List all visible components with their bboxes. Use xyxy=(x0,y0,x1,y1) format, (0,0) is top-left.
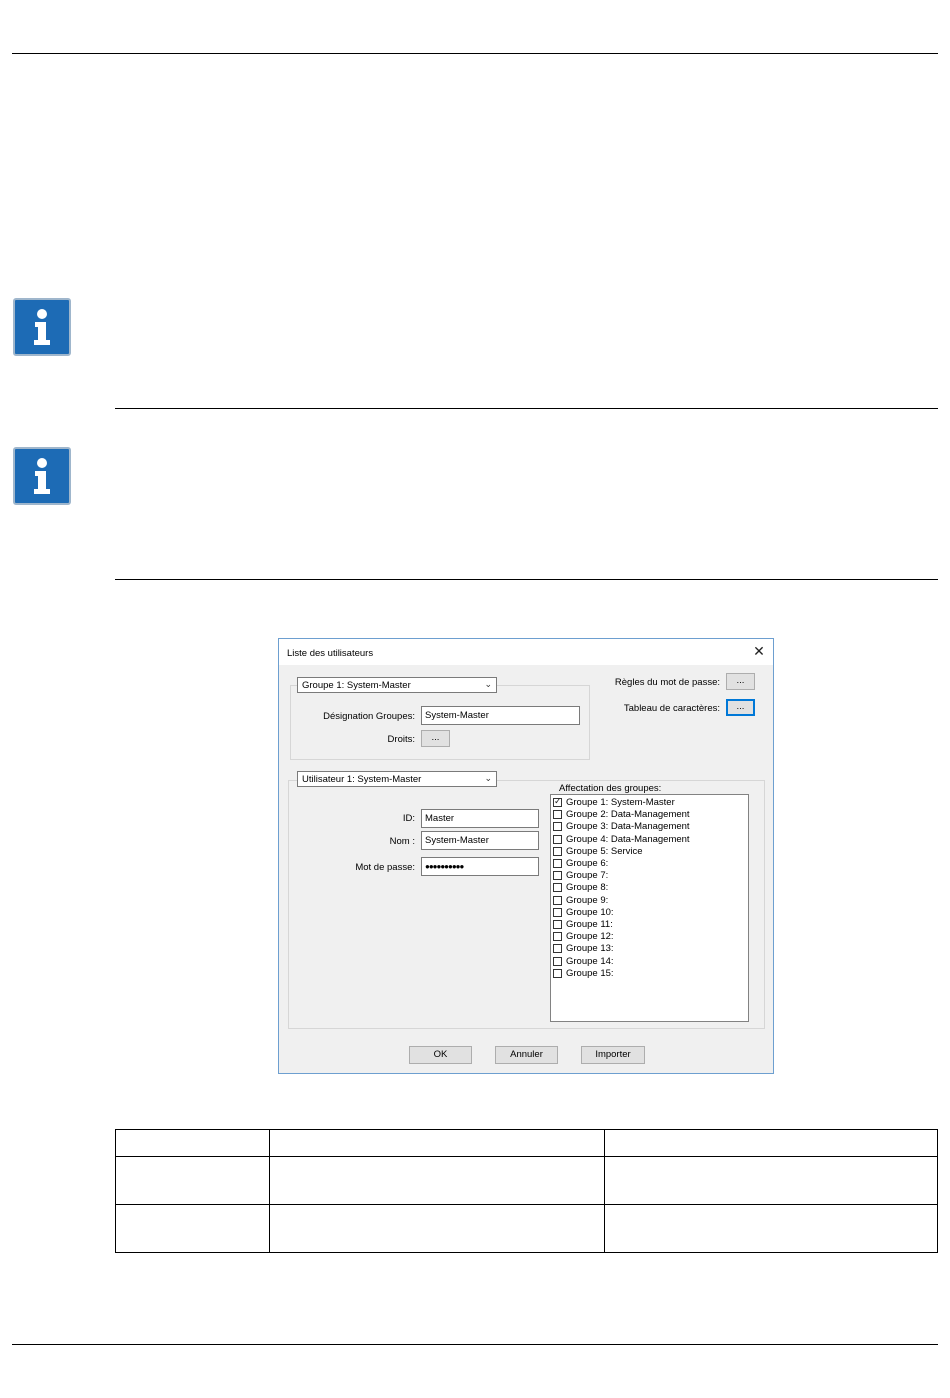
group-checkbox[interactable] xyxy=(553,834,562,844)
group-checkbox[interactable] xyxy=(553,822,562,832)
info-icon xyxy=(13,447,71,505)
table-cell xyxy=(269,1129,605,1157)
cancel-button[interactable]: Annuler xyxy=(495,1046,558,1064)
group-label: Groupe 3: Data-Management xyxy=(566,821,690,833)
group-checkbox[interactable] xyxy=(553,846,562,856)
user-list-dialog: Liste des utilisateurs ✕ Groupe 1: Syste… xyxy=(278,638,774,1074)
char-table-button[interactable]: ... xyxy=(726,699,755,716)
table-cell xyxy=(115,1156,270,1205)
group-checkbox[interactable] xyxy=(553,895,562,905)
rights-label: Droits: xyxy=(387,734,415,745)
password-value: ●●●●●●●●●● xyxy=(425,862,464,871)
table-row xyxy=(115,1156,938,1205)
group-label: Groupe 7: xyxy=(566,870,609,882)
group-label: Groupe 6: xyxy=(566,858,609,869)
group-checkbox[interactable] xyxy=(553,810,562,820)
group-label: Groupe 12: xyxy=(566,931,614,943)
group-label: Groupe 2: Data-Management xyxy=(566,809,690,821)
table-cell xyxy=(115,1129,270,1157)
group-select[interactable]: Groupe 1: System-Master ⌄ xyxy=(297,677,497,693)
group-label: Groupe 13: xyxy=(566,943,614,955)
table-row xyxy=(115,1129,938,1157)
group-label: Groupe 9: xyxy=(566,894,609,906)
footer-rule xyxy=(12,1344,938,1345)
groups-listbox[interactable]: Groupe 1: System-MasterGroupe 2: Data-Ma… xyxy=(550,794,749,1022)
password-rules-button[interactable]: ... xyxy=(726,673,755,690)
designation-field[interactable]: System-Master xyxy=(421,706,580,725)
name-label: Nom : xyxy=(389,836,415,847)
group-label: Groupe 5: Service xyxy=(566,845,643,857)
info-table xyxy=(115,1129,938,1253)
group-label: Groupe 1: System-Master xyxy=(566,797,675,808)
group-checkbox[interactable] xyxy=(553,871,562,881)
user-select[interactable]: Utilisateur 1: System-Master ⌄ xyxy=(297,771,497,787)
designation-value: System-Master xyxy=(425,710,489,721)
group-checkbox[interactable] xyxy=(553,883,562,893)
import-button[interactable]: Importer xyxy=(581,1046,645,1064)
group-checkbox[interactable] xyxy=(553,859,562,868)
password-label: Mot de passe: xyxy=(355,862,415,873)
id-field[interactable]: Master xyxy=(421,809,539,828)
group-select-value: Groupe 1: System-Master xyxy=(302,680,411,691)
table-cell xyxy=(269,1156,605,1205)
name-value: System-Master xyxy=(425,835,489,846)
chevron-down-icon: ⌄ xyxy=(484,679,492,689)
group-checkbox[interactable] xyxy=(553,920,562,929)
password-field[interactable]: ●●●●●●●●●● xyxy=(421,857,539,876)
close-icon[interactable]: ✕ xyxy=(751,643,767,659)
table-cell xyxy=(604,1204,938,1253)
id-label: ID: xyxy=(402,813,415,824)
char-table-label: Tableau de caractères: xyxy=(623,703,720,714)
group-checkbox[interactable] xyxy=(553,944,562,954)
group-checkbox[interactable] xyxy=(553,932,562,942)
group-label: Groupe 11: xyxy=(566,919,613,930)
designation-label: Désignation Groupes: xyxy=(323,711,415,722)
info-icon xyxy=(13,298,71,356)
name-field[interactable]: System-Master xyxy=(421,831,539,850)
group-label: Groupe 15: xyxy=(566,967,614,979)
group-checkbox[interactable] xyxy=(553,907,562,917)
note-separator xyxy=(115,579,938,580)
table-cell xyxy=(604,1129,938,1157)
group-checkbox[interactable] xyxy=(553,968,562,978)
header-rule xyxy=(12,53,938,54)
group-label: Groupe 10: xyxy=(566,906,614,918)
rights-button[interactable]: ... xyxy=(421,730,450,747)
note-separator xyxy=(115,408,938,409)
id-value: Master xyxy=(425,813,455,824)
group-label: Groupe 4: Data-Management xyxy=(566,833,690,845)
table-cell xyxy=(269,1204,605,1253)
chevron-down-icon: ⌄ xyxy=(484,773,492,783)
table-row xyxy=(115,1204,938,1253)
dialog-titlebar: Liste des utilisateurs ✕ xyxy=(279,639,773,665)
group-label: Groupe 8: xyxy=(566,882,609,894)
group-checkbox[interactable] xyxy=(553,956,562,966)
table-cell xyxy=(604,1156,938,1205)
table-cell xyxy=(115,1204,270,1253)
group-checkbox[interactable] xyxy=(553,796,562,807)
groups-assignment-label: Affectation des groupes: xyxy=(559,783,662,794)
group-label: Groupe 14: xyxy=(566,955,614,967)
user-select-value: Utilisateur 1: System-Master xyxy=(302,774,422,785)
password-rules-label: Règles du mot de passe: xyxy=(614,677,720,688)
dialog-title: Liste des utilisateurs xyxy=(287,648,374,659)
ok-button[interactable]: OK xyxy=(409,1046,472,1064)
